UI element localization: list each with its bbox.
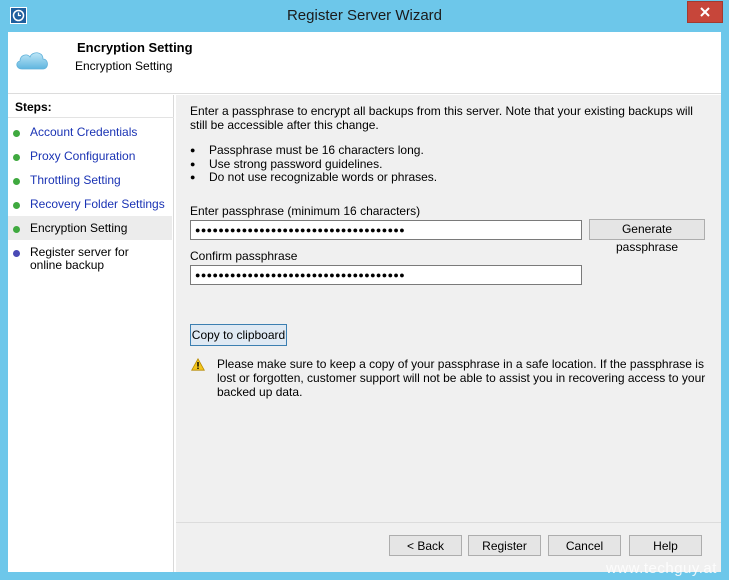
step-complete-icon: [13, 226, 20, 233]
steps-title: Steps:: [15, 100, 52, 114]
generate-passphrase-button[interactable]: Generate passphrase: [589, 219, 705, 254]
client-area: Encryption Setting Encryption Setting St…: [8, 32, 721, 572]
window-title: Register Server Wizard: [286, 7, 443, 24]
step-complete-icon: [13, 154, 20, 161]
step-label: Register server for online backup: [30, 245, 129, 272]
step-encryption-setting[interactable]: Encryption Setting: [8, 216, 172, 240]
step-account-credentials[interactable]: Account Credentials: [8, 126, 172, 144]
step-recovery-folder-settings[interactable]: Recovery Folder Settings: [8, 198, 172, 216]
watermark: www.techguy.at: [606, 560, 717, 577]
wizard-window: Register Server Wizard Encryption Settin…: [0, 0, 729, 580]
step-complete-icon: [13, 202, 20, 209]
passphrase-rules: ● Passphrase must be 16 characters long. …: [190, 143, 438, 185]
step-pending-icon: [13, 250, 20, 257]
step-proxy-configuration[interactable]: Proxy Configuration: [8, 150, 172, 168]
passphrase-label: Enter passphrase (minimum 16 characters): [190, 204, 421, 218]
steps-divider: [8, 117, 174, 118]
title-bar[interactable]: Register Server Wizard: [0, 0, 729, 32]
page-subtitle: Encryption Setting: [75, 59, 173, 73]
close-icon: [700, 7, 710, 17]
warning-text: Please make sure to keep a copy of your …: [217, 357, 706, 399]
step-complete-icon: [13, 178, 20, 185]
confirm-passphrase-label: Confirm passphrase: [190, 249, 298, 263]
step-throttling-setting[interactable]: Throttling Setting: [8, 174, 172, 192]
cancel-button[interactable]: Cancel: [548, 535, 621, 556]
warning-icon: [191, 357, 205, 374]
content-panel: Enter a passphrase to encrypt all backup…: [176, 95, 721, 522]
steps-sidebar: Steps: Account Credentials Proxy Configu…: [8, 95, 174, 572]
list-item: ● Use strong password guidelines.: [190, 156, 383, 171]
step-register-server: Register server for online backup: [8, 246, 172, 274]
list-item: ● Passphrase must be 16 characters long.: [190, 143, 424, 157]
step-label: Account Credentials: [30, 125, 138, 139]
wizard-header: Encryption Setting Encryption Setting: [8, 32, 721, 94]
close-button[interactable]: [687, 1, 723, 23]
back-button[interactable]: < Back: [389, 535, 462, 556]
step-label: Encryption Setting: [30, 221, 128, 235]
step-complete-icon: [13, 130, 20, 137]
help-button[interactable]: Help: [629, 535, 702, 556]
passphrase-input[interactable]: ●●●●●●●●●●●●●●●●●●●●●●●●●●●●●●●●●●●●: [190, 220, 582, 240]
cloud-icon: [14, 49, 50, 74]
copy-to-clipboard-button[interactable]: Copy to clipboard: [190, 324, 287, 346]
confirm-passphrase-input[interactable]: ●●●●●●●●●●●●●●●●●●●●●●●●●●●●●●●●●●●●: [190, 265, 582, 285]
step-label: Throttling Setting: [30, 173, 121, 187]
intro-text: Enter a passphrase to encrypt all backup…: [190, 104, 693, 132]
page-title: Encryption Setting: [77, 40, 193, 55]
step-label: Proxy Configuration: [30, 149, 136, 163]
register-button[interactable]: Register: [468, 535, 541, 556]
step-label: Recovery Folder Settings: [30, 197, 165, 211]
list-item: ● Do not use recognizable words or phrase…: [190, 170, 438, 184]
